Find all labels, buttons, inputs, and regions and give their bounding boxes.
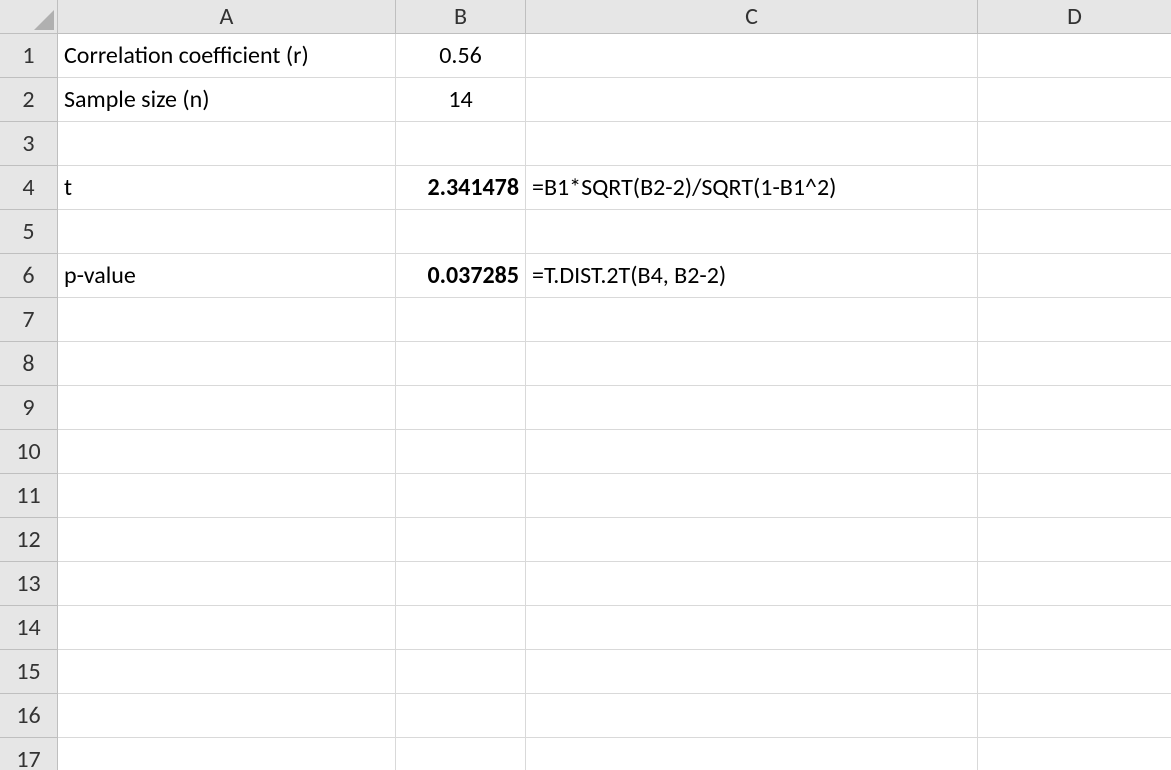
cell-B6[interactable]: 0.037285 (396, 254, 526, 298)
cell-C16[interactable] (526, 694, 978, 738)
row-header-1[interactable]: 1 (0, 34, 58, 78)
cell-D2[interactable] (978, 78, 1171, 122)
cell-D4[interactable] (978, 166, 1171, 210)
cell-A4[interactable]: t (58, 166, 396, 210)
cell-D17[interactable] (978, 738, 1171, 770)
cell-B13[interactable] (396, 562, 526, 606)
cell-A5[interactable] (58, 210, 396, 254)
cell-C8[interactable] (526, 342, 978, 386)
cell-A1[interactable]: Correlation coefficient (r) (58, 34, 396, 78)
row-header-2[interactable]: 2 (0, 78, 58, 122)
row-header-3[interactable]: 3 (0, 122, 58, 166)
cell-C4[interactable]: =B1*SQRT(B2-2)/SQRT(1-B1^2) (526, 166, 978, 210)
row-header-14[interactable]: 14 (0, 606, 58, 650)
cell-A12[interactable] (58, 518, 396, 562)
cell-B17[interactable] (396, 738, 526, 770)
cell-C13[interactable] (526, 562, 978, 606)
row-header-11[interactable]: 11 (0, 474, 58, 518)
cell-C7[interactable] (526, 298, 978, 342)
row-header-16[interactable]: 16 (0, 694, 58, 738)
cell-D9[interactable] (978, 386, 1171, 430)
col-header-B[interactable]: B (396, 0, 526, 34)
cell-C12[interactable] (526, 518, 978, 562)
cell-C11[interactable] (526, 474, 978, 518)
cell-C3[interactable] (526, 122, 978, 166)
cell-A7[interactable] (58, 298, 396, 342)
col-header-A[interactable]: A (58, 0, 396, 34)
cell-B15[interactable] (396, 650, 526, 694)
row-header-17[interactable]: 17 (0, 738, 58, 770)
cell-A10[interactable] (58, 430, 396, 474)
row-header-9[interactable]: 9 (0, 386, 58, 430)
row-header-8[interactable]: 8 (0, 342, 58, 386)
cell-C6[interactable]: =T.DIST.2T(B4, B2-2) (526, 254, 978, 298)
cell-C2[interactable] (526, 78, 978, 122)
cell-A17[interactable] (58, 738, 396, 770)
cell-D6[interactable] (978, 254, 1171, 298)
cell-C9[interactable] (526, 386, 978, 430)
cell-C10[interactable] (526, 430, 978, 474)
cell-A14[interactable] (58, 606, 396, 650)
cell-B5[interactable] (396, 210, 526, 254)
cell-C14[interactable] (526, 606, 978, 650)
cell-D3[interactable] (978, 122, 1171, 166)
row-header-10[interactable]: 10 (0, 430, 58, 474)
cell-C15[interactable] (526, 650, 978, 694)
cell-A2[interactable]: Sample size (n) (58, 78, 396, 122)
cell-D14[interactable] (978, 606, 1171, 650)
cell-B7[interactable] (396, 298, 526, 342)
row-header-15[interactable]: 15 (0, 650, 58, 694)
cell-D12[interactable] (978, 518, 1171, 562)
cell-D15[interactable] (978, 650, 1171, 694)
spreadsheet-grid: A B C D 1 Correlation coefficient (r) 0.… (0, 0, 1171, 770)
row-header-7[interactable]: 7 (0, 298, 58, 342)
cell-D13[interactable] (978, 562, 1171, 606)
select-all-corner[interactable] (0, 0, 58, 34)
cell-D16[interactable] (978, 694, 1171, 738)
cell-D7[interactable] (978, 298, 1171, 342)
col-header-D[interactable]: D (978, 0, 1171, 34)
cell-A11[interactable] (58, 474, 396, 518)
cell-B9[interactable] (396, 386, 526, 430)
cell-A3[interactable] (58, 122, 396, 166)
row-header-6[interactable]: 6 (0, 254, 58, 298)
cell-B2[interactable]: 14 (396, 78, 526, 122)
cell-C5[interactable] (526, 210, 978, 254)
cell-B8[interactable] (396, 342, 526, 386)
col-header-C[interactable]: C (526, 0, 978, 34)
cell-B12[interactable] (396, 518, 526, 562)
cell-B1[interactable]: 0.56 (396, 34, 526, 78)
row-header-5[interactable]: 5 (0, 210, 58, 254)
cell-B14[interactable] (396, 606, 526, 650)
select-all-triangle-icon (34, 10, 54, 30)
cell-C1[interactable] (526, 34, 978, 78)
cell-D8[interactable] (978, 342, 1171, 386)
cell-A6[interactable]: p-value (58, 254, 396, 298)
row-header-13[interactable]: 13 (0, 562, 58, 606)
cell-A13[interactable] (58, 562, 396, 606)
cell-A16[interactable] (58, 694, 396, 738)
cell-D5[interactable] (978, 210, 1171, 254)
row-header-12[interactable]: 12 (0, 518, 58, 562)
cell-D1[interactable] (978, 34, 1171, 78)
cell-B10[interactable] (396, 430, 526, 474)
cell-B3[interactable] (396, 122, 526, 166)
row-header-4[interactable]: 4 (0, 166, 58, 210)
cell-B11[interactable] (396, 474, 526, 518)
cell-A9[interactable] (58, 386, 396, 430)
cell-B4[interactable]: 2.341478 (396, 166, 526, 210)
cell-B16[interactable] (396, 694, 526, 738)
cell-D10[interactable] (978, 430, 1171, 474)
cell-C17[interactable] (526, 738, 978, 770)
cell-A15[interactable] (58, 650, 396, 694)
cell-A8[interactable] (58, 342, 396, 386)
cell-D11[interactable] (978, 474, 1171, 518)
